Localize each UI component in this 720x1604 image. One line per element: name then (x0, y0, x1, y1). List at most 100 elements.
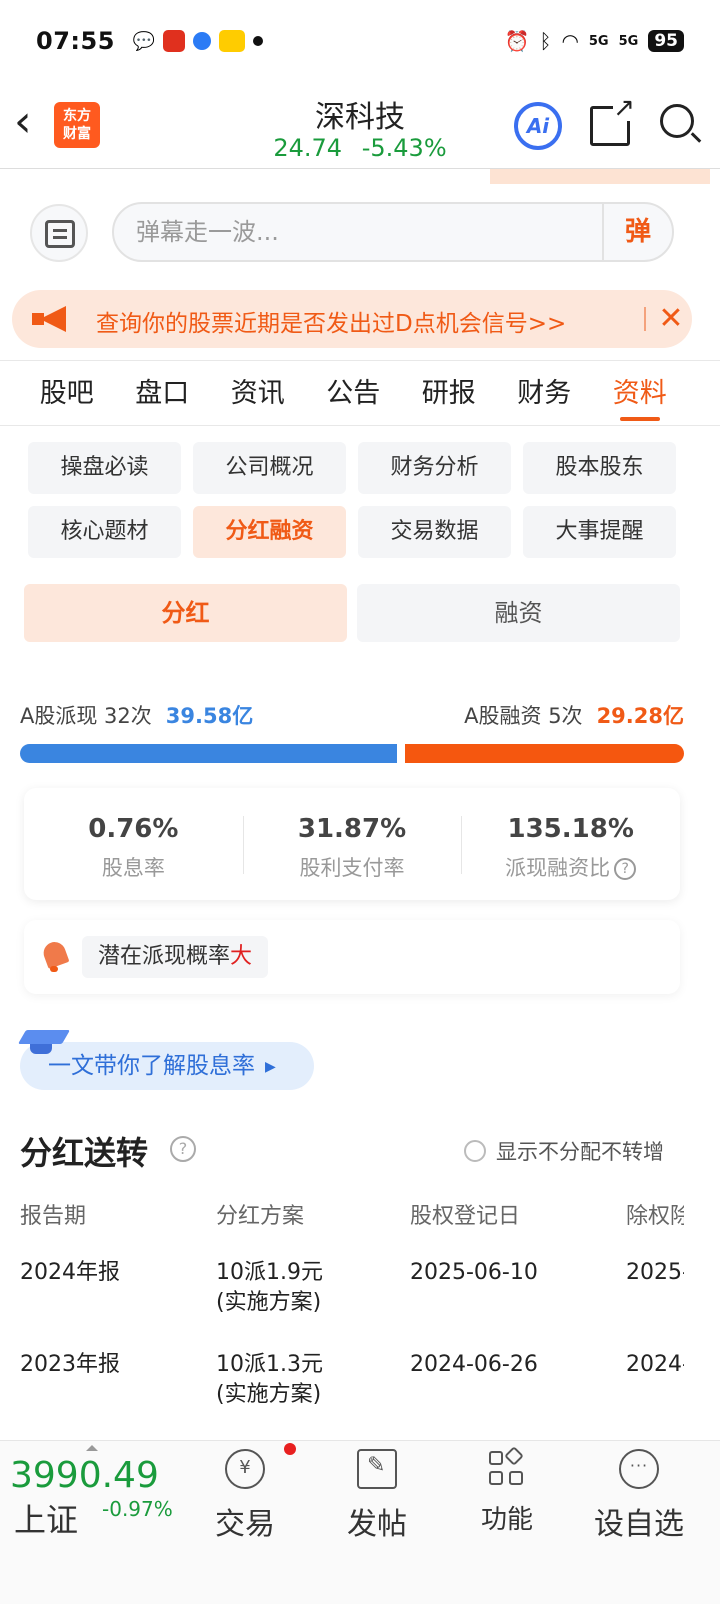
index-value: 3990.49 (10, 1455, 159, 1496)
play-arrow-icon: ▶ (265, 1058, 276, 1075)
payout-summary: A股派现 32次 39.58亿 (20, 700, 253, 730)
learn-text: 一文带你了解股息率 (48, 1053, 255, 1079)
status-time: 07:55 (36, 27, 115, 55)
banner-divider (644, 307, 646, 331)
payout-financing-ratio-bar (20, 744, 684, 763)
tab-research[interactable]: 研报 (401, 361, 497, 425)
danmu-input[interactable] (136, 214, 576, 250)
danmu-settings-icon[interactable] (30, 204, 88, 262)
tab-guba[interactable]: 股吧 (19, 361, 115, 425)
close-icon[interactable]: ✕ (654, 300, 688, 338)
game-app-icon (162, 30, 185, 52)
signal-icon-2: 5G (618, 33, 639, 49)
cell-ex-date: 2025-06-11 (626, 1260, 684, 1285)
metric-label: 股息率 (101, 856, 165, 880)
metric-label: 股利支付率 (299, 856, 405, 880)
cell-period: 2023年报 (20, 1352, 120, 1377)
column-plan: 分红方案 10派1.9元 (实施方案) 10派1.3元 (实施方案) (216, 1198, 323, 1410)
tab-announcements[interactable]: 公告 (306, 361, 402, 425)
nav-functions[interactable]: 功能 (452, 1441, 562, 1551)
graduation-cap-icon (17, 1024, 71, 1064)
chip-company-overview[interactable]: 公司概况 (193, 442, 346, 494)
stock-price: 24.74 (273, 134, 343, 162)
more-notifications-dot-icon (252, 36, 263, 46)
promo-banner[interactable]: 查询你的股票近期是否发出过D点机会信号>> ✕ (12, 290, 692, 348)
bottom-nav-bar: 3990.49 上证 -0.97% ¥ 交易 发帖 功能 ··· 设自选 (0, 1440, 720, 1604)
meituan-icon (218, 30, 245, 52)
financing-bar-segment (405, 744, 684, 763)
dividend-financing-segment: 分红 融资 (24, 584, 680, 642)
cell-ex-date: 2024-06-27 (626, 1352, 684, 1377)
tab-pankou[interactable]: 盘口 (115, 361, 211, 425)
metric-value: 31.87% (297, 814, 407, 844)
tab-profile[interactable]: 资料 (592, 361, 688, 425)
tab-news[interactable]: 资讯 (210, 361, 306, 425)
help-icon[interactable]: ? (170, 1136, 196, 1162)
nav-label: 功能 (480, 1505, 533, 1535)
grid-icon (487, 1446, 527, 1489)
cell-plan: 10派1.9元 (216, 1260, 323, 1285)
tab-finance[interactable]: 财务 (497, 361, 593, 425)
chip-dividend-financing[interactable]: 分红融资 (193, 506, 346, 558)
signal-icon-1: 5G (588, 33, 609, 49)
show-no-distribution-toggle[interactable]: 显示不分配不转增 (464, 1136, 664, 1166)
main-tab-bar: 股吧 盘口 资讯 公告 研报 财务 资料 (0, 360, 720, 426)
blue-app-icon (192, 32, 211, 50)
chip-financial-analysis[interactable]: 财务分析 (358, 442, 511, 494)
index-change: -0.97% (102, 1497, 173, 1521)
nav-post[interactable]: 发帖 (322, 1441, 432, 1551)
chip-trading-essentials[interactable]: 操盘必读 (28, 442, 181, 494)
battery-icon: 95 (648, 30, 684, 52)
payout-probability-pill[interactable]: 潜在派现概率大 (82, 936, 269, 978)
probability-prefix: 潜在派现概率 (98, 944, 231, 969)
metric-label-wrap: 派现融资比? (461, 852, 680, 882)
financing-label: A股融资 5次 (464, 704, 583, 728)
stock-change-pct: -5.43% (361, 134, 447, 162)
peek-orange-tag (490, 169, 710, 184)
search-icon[interactable] (660, 104, 702, 144)
learn-dividend-yield: 一文带你了解股息率 ▶ (17, 1024, 320, 1096)
metric-label: 派现融资比 (505, 856, 611, 880)
payout-label: A股派现 32次 (20, 704, 152, 728)
dividend-metrics-card: 0.76% 股息率 31.87% 股利支付率 135.18% 派现融资比? (24, 788, 680, 900)
alarm-icon: ⏰ (504, 29, 530, 53)
probability-highlight: 大 (230, 944, 253, 969)
chip-shareholders[interactable]: 股本股东 (523, 442, 676, 494)
chip-core-themes[interactable]: 核心题材 (28, 506, 181, 558)
wifi-icon: ◠ (561, 29, 579, 53)
ai-assistant-button[interactable]: Ai (514, 102, 562, 150)
index-ticker[interactable]: 3990.49 上证 -0.97% (0, 1441, 190, 1551)
column-header: 除权除息日 (626, 1204, 684, 1229)
compose-icon (357, 1449, 397, 1489)
nav-label: 发帖 (347, 1507, 407, 1542)
payout-bar-segment (20, 744, 397, 763)
nav-add-watchlist[interactable]: ··· 设自选 (584, 1441, 694, 1551)
section-title: 分红送转 (20, 1134, 149, 1172)
segment-dividend[interactable]: 分红 (24, 584, 347, 642)
metric-payout-ratio: 31.87% 股利支付率 (242, 788, 462, 900)
nav-trade[interactable]: ¥ 交易 (190, 1441, 300, 1551)
share-icon[interactable] (590, 95, 635, 146)
dividend-table: 报告期 2024年报 2023年报 分红方案 10派1.9元 (实施方案) 10… (20, 1198, 684, 1438)
payout-probability-card: 潜在派现概率大 (24, 920, 680, 994)
help-icon[interactable]: ? (614, 858, 637, 880)
expand-caret-icon (86, 1445, 98, 1451)
metric-value: 0.76% (88, 814, 179, 844)
column-period: 报告期 2024年报 2023年报 (20, 1198, 120, 1380)
bell-icon (40, 938, 70, 972)
cell-plan-note: (实施方案) (216, 1290, 322, 1315)
system-status: ⏰ ᛒ ◠ 5G 5G 95 (505, 29, 684, 53)
chart-peek-strip (0, 168, 720, 184)
megaphone-icon (32, 306, 72, 332)
cell-plan: 10派1.3元 (216, 1352, 323, 1377)
notification-icons: 💬 (133, 30, 263, 52)
chip-trading-data[interactable]: 交易数据 (358, 506, 511, 558)
chip-major-events[interactable]: 大事提醒 (523, 506, 676, 558)
radio-icon[interactable] (464, 1140, 486, 1162)
profile-sub-tabs: 操盘必读 公司概况 财务分析 股本股东 核心题材 分红融资 交易数据 大事提醒 (28, 442, 678, 558)
danmu-send-button[interactable]: 弹 (602, 204, 672, 260)
payout-value: 39.58亿 (165, 704, 254, 728)
cell-record-date: 2025-06-10 (410, 1260, 538, 1285)
segment-financing[interactable]: 融资 (357, 584, 680, 642)
banner-text: 查询你的股票近期是否发出过D点机会信号>> (96, 311, 567, 337)
